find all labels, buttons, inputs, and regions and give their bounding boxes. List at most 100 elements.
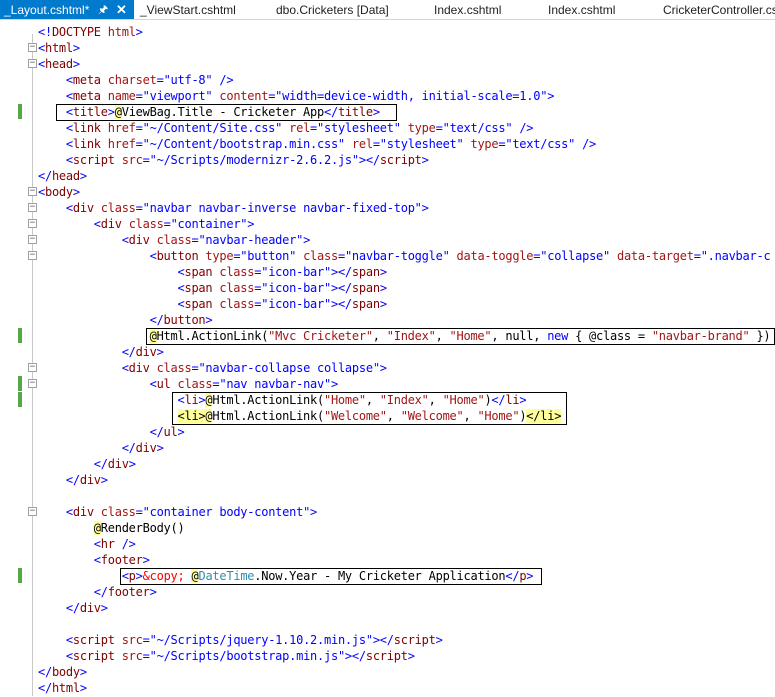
code-token: </ (38, 681, 52, 695)
code-line[interactable]: <!DOCTYPE html> (38, 24, 143, 40)
code-token: class (212, 265, 255, 279)
code-token: class (93, 201, 136, 215)
code-line[interactable]: <script src="~/Scripts/bootstrap.min.js"… (38, 648, 415, 664)
code-editor[interactable]: <!DOCTYPE html> <html> <head> <meta charse… (34, 20, 775, 697)
code-token: > (303, 233, 311, 247)
code-line[interactable]: <span class="icon-bar"></span> (38, 264, 387, 280)
tab-index-cshtml-2[interactable]: Index.cshtml (548, 0, 615, 19)
tab-dbo-cricketers-data[interactable]: dbo.Cricketers [Data] (276, 0, 389, 19)
code-token: button (156, 249, 199, 263)
tab-index-cshtml[interactable]: Index.cshtml (434, 0, 502, 19)
code-token: class (121, 217, 164, 231)
code-line[interactable]: </footer> (38, 584, 157, 600)
pin-icon[interactable]: 🖈 (98, 0, 108, 19)
code-token: > (407, 649, 415, 663)
code-token: = (142, 153, 150, 167)
code-line[interactable]: <meta charset="utf-8" /> (38, 72, 234, 88)
code-line[interactable]: <link href="~/Content/Site.css" rel="sty… (38, 120, 534, 136)
code-token: > (79, 665, 87, 679)
code-token: span (184, 265, 213, 279)
code-line[interactable]: <script src="~/Scripts/modernizr-2.6.2.j… (38, 152, 429, 168)
tab-label: Index.cshtml (434, 3, 502, 17)
code-token: div (72, 505, 94, 519)
code-line[interactable]: <div class="navbar-header"> (38, 232, 311, 248)
code-token: = (142, 649, 150, 663)
code-token: script (72, 649, 115, 663)
code-line[interactable]: </button> (38, 312, 213, 328)
code-line[interactable]: </html> (38, 680, 87, 696)
code-token: = (135, 201, 143, 215)
code-line[interactable]: <hr /> (38, 536, 136, 552)
code-token: class (149, 233, 192, 247)
code-line[interactable]: <meta name="viewport" content="width=dev… (38, 88, 555, 104)
code-line[interactable]: </div> (38, 472, 108, 488)
code-token: div (79, 473, 101, 487)
code-token: /> (114, 537, 136, 551)
code-line[interactable]: </body> (38, 664, 87, 680)
code-line[interactable]: <html> (38, 40, 80, 56)
code-token: data-toggle (449, 249, 534, 263)
code-token: class (212, 297, 255, 311)
code-line[interactable]: <button type="button" class="navbar-togg… (38, 248, 771, 264)
code-line[interactable]: @RenderBody() (38, 520, 185, 536)
code-line[interactable]: <head> (38, 56, 80, 72)
code-line[interactable]: <script src="~/Scripts/jquery-1.10.2.min… (38, 632, 443, 648)
code-token: "navbar navbar-inverse navbar-fixed-top" (142, 201, 422, 215)
code-token: < (38, 249, 157, 263)
code-line[interactable]: </div> (38, 440, 164, 456)
code-token: "~/Content/Site.css" (142, 121, 283, 135)
code-token: > (128, 457, 136, 471)
code-token: body (44, 185, 73, 199)
code-line[interactable]: </head> (38, 168, 87, 184)
code-line[interactable]: <link href="~/Content/bootstrap.min.css"… (38, 136, 596, 152)
code-token: < (38, 553, 101, 567)
code-token: "button" (240, 249, 297, 263)
code-token: > (100, 473, 108, 487)
code-token: "stylesheet" (317, 121, 401, 135)
tab-layout-cshtml[interactable]: _Layout.cshtml* 🖈 ✕ (0, 0, 134, 19)
code-line[interactable]: <div class="container"> (38, 216, 255, 232)
tab-viewstart-cshtml[interactable]: _ViewStart.cshtml (140, 0, 236, 19)
code-token: /> (512, 121, 534, 135)
code-token: > (142, 553, 150, 567)
close-icon[interactable]: ✕ (116, 0, 127, 19)
code-line[interactable]: <span class="icon-bar"></span> (38, 296, 387, 312)
code-token: > (72, 41, 80, 55)
tab-cricketer-controller-cs[interactable]: CricketerController.cs (663, 0, 775, 19)
code-token: src (114, 649, 143, 663)
code-token: "utf-8" (163, 73, 213, 87)
code-line[interactable]: </ul> (38, 424, 185, 440)
code-token: < (38, 393, 185, 407)
code-line[interactable]: <div class="container body-content"> (38, 504, 317, 520)
code-line[interactable]: <span class="icon-bar"></span> (38, 280, 387, 296)
code-token: html (51, 681, 80, 695)
code-token: < (38, 217, 101, 231)
code-token: button (163, 313, 206, 327)
code-token: type (463, 137, 499, 151)
code-token: ></ (372, 633, 394, 647)
code-line[interactable]: <ul class="nav navbar-nav"> (38, 376, 339, 392)
code-token: > (379, 297, 387, 311)
code-token: ul (156, 377, 171, 391)
code-line[interactable]: <body> (38, 184, 80, 200)
code-token: "container body-content" (142, 505, 311, 519)
code-token: "navbar-header" (198, 233, 304, 247)
code-token: ></ (330, 265, 352, 279)
code-token: href (100, 137, 136, 151)
code-token: = (135, 505, 143, 519)
code-token: rel (344, 137, 373, 151)
code-token: "navbar-toggle" (344, 249, 450, 263)
code-line[interactable]: </div> (38, 456, 136, 472)
code-line[interactable]: </div> (38, 344, 164, 360)
code-line[interactable]: <div class="navbar navbar-inverse navbar… (38, 200, 429, 216)
code-line[interactable]: <footer> (38, 552, 150, 568)
code-line[interactable]: </div> (38, 600, 108, 616)
code-token: < (38, 265, 185, 279)
code-token: < (38, 89, 73, 103)
code-token: "stylesheet" (379, 137, 464, 151)
code-line[interactable]: <div class="navbar-collapse collapse"> (38, 360, 387, 376)
code-token: </ (38, 345, 136, 359)
code-token: > (156, 441, 164, 455)
